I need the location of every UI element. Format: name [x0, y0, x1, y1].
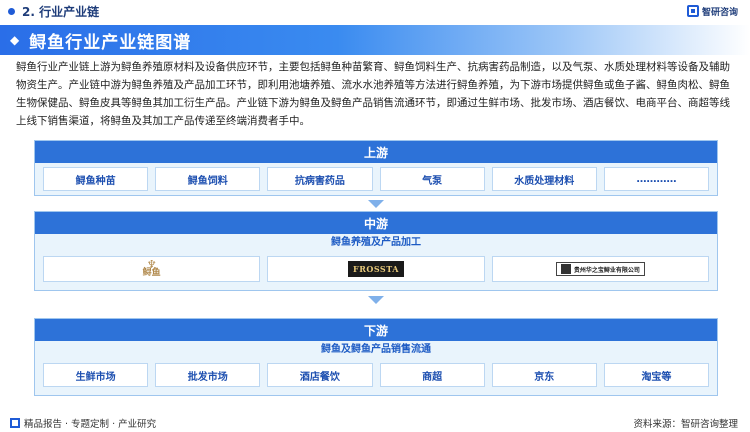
- company-mark-icon: [560, 264, 571, 274]
- top-bar: 2. 行业产业链 智研咨询: [0, 0, 750, 22]
- arrow-down-icon: [368, 200, 384, 208]
- downstream-item: 生鲜市场: [43, 363, 149, 387]
- brand: 智研咨询: [686, 5, 738, 18]
- bullet-dot-icon: [8, 7, 15, 15]
- company-logo-cell: FROSSTA: [267, 256, 485, 282]
- downstream-item: 京东: [491, 363, 597, 387]
- downstream-item: 淘宝等: [603, 363, 710, 387]
- midstream-row: ♆ 鲟鱼 FROSSTA 贵州华之宝鲟业有限公司: [35, 252, 717, 286]
- midstream-subtitle: 鲟鱼养殖及产品加工: [331, 237, 421, 248]
- brand-logo-icon: [686, 5, 699, 17]
- company-logo-3: 贵州华之宝鲟业有限公司: [555, 262, 645, 276]
- upstream-row: 鲟鱼种苗 鲟鱼饲料 抗病害药品 气泵 水质处理材料 …………: [35, 163, 717, 195]
- footer-source: 资料来源：智研咨询整理: [633, 419, 738, 430]
- upstream-item: 鲟鱼种苗: [43, 167, 149, 191]
- footer-tagline: 精品报告 · 专题定制 · 产业研究: [24, 419, 157, 430]
- company-logo-cell: 贵州华之宝鲟业有限公司: [491, 256, 709, 282]
- midstream-panel: 中游 鲟鱼养殖及产品加工 ♆ 鲟鱼 FROSSTA 贵州华之宝鲟业有限公司: [34, 211, 718, 291]
- company-logo-3-text: 贵州华之宝鲟业有限公司: [573, 266, 640, 274]
- downstream-item: 商超: [379, 363, 485, 387]
- diamond-icon: ◆: [10, 33, 20, 47]
- downstream-subtitle: 鲟鱼及鲟鱼产品销售流通: [321, 344, 431, 355]
- upstream-item: 水质处理材料: [491, 167, 597, 191]
- upstream-header: 上游: [35, 141, 717, 163]
- upstream-item: 气泵: [379, 167, 485, 191]
- company-logo-1: ♆ 鲟鱼: [142, 258, 161, 278]
- footer: 精品报告 · 专题定制 · 产业研究 资料来源：智研咨询整理: [0, 414, 750, 432]
- upstream-panel: 上游 鲟鱼种苗 鲟鱼饲料 抗病害药品 气泵 水质处理材料 …………: [34, 140, 718, 196]
- section-label: 2. 行业产业链: [8, 3, 99, 20]
- footer-logo-icon: [10, 418, 20, 428]
- footer-left: 精品报告 · 专题定制 · 产业研究: [10, 416, 156, 430]
- upstream-item: 抗病害药品: [267, 167, 373, 191]
- arrow-down-icon: [368, 296, 384, 304]
- downstream-header: 下游: [35, 319, 717, 341]
- company-logo-2: FROSSTA: [348, 261, 404, 277]
- page-title: 鲟鱼行业产业链图谱: [29, 32, 192, 53]
- upstream-item: 鲟鱼饲料: [155, 167, 261, 191]
- downstream-item: 批发市场: [155, 363, 261, 387]
- midstream-header: 中游: [35, 212, 717, 234]
- section-label-text: 2. 行业产业链: [22, 4, 100, 19]
- upstream-item: …………: [603, 167, 710, 191]
- title-band: ◆ 鲟鱼行业产业链图谱: [0, 25, 750, 55]
- description-paragraph: 鲟鱼行业产业链上游为鲟鱼养殖原材料及设备供应环节，主要包括鲟鱼种苗繁育、鲟鱼饲料…: [16, 61, 730, 127]
- downstream-row: 生鲜市场 批发市场 酒店餐饮 商超 京东 淘宝等: [35, 359, 717, 391]
- company-logo-cell: ♆ 鲟鱼: [43, 256, 261, 282]
- downstream-item: 酒店餐饮: [267, 363, 373, 387]
- company-logo-1-text: 鲟鱼: [142, 268, 161, 278]
- brand-name: 智研咨询: [701, 7, 738, 18]
- downstream-panel: 下游 鲟鱼及鲟鱼产品销售流通 生鲜市场 批发市场 酒店餐饮 商超 京东 淘宝等: [34, 318, 718, 396]
